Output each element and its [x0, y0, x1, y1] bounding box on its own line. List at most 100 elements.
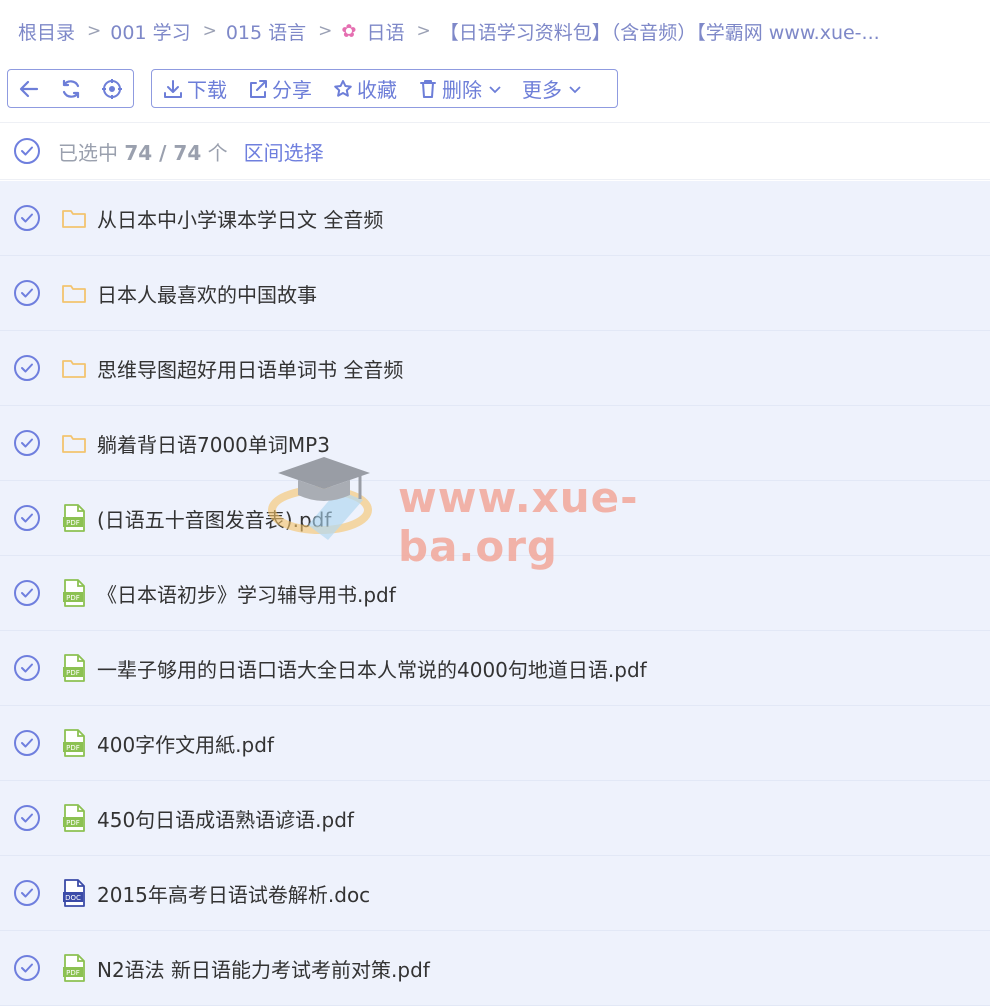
row-checkbox[interactable]	[14, 280, 40, 306]
file-row[interactable]: DOC 2015年高考日语试卷解析.doc	[0, 856, 990, 931]
svg-text:PDF: PDF	[66, 594, 80, 602]
selection-prefix: 已选中	[58, 140, 118, 165]
file-row[interactable]: 躺着背日语7000单词MP3	[0, 406, 990, 481]
file-name[interactable]: 450句日语成语熟语谚语.pdf	[97, 804, 354, 833]
check-icon	[21, 738, 33, 748]
file-row[interactable]: PDF (日语五十音图发音表).pdf	[0, 481, 990, 556]
svg-text:PDF: PDF	[66, 669, 80, 677]
row-checkbox[interactable]	[14, 880, 40, 906]
check-icon	[21, 813, 33, 823]
check-icon	[21, 663, 33, 673]
more-button[interactable]: 更多	[522, 70, 582, 107]
range-select-link[interactable]: 区间选择	[244, 137, 324, 166]
breadcrumb-language[interactable]: 015 语言	[226, 18, 306, 45]
file-row[interactable]: PDF 一辈子够用的日语口语大全日本人常说的4000句地道日语.pdf	[0, 631, 990, 706]
breadcrumb-study[interactable]: 001 学习	[110, 18, 190, 45]
svg-text:PDF: PDF	[66, 819, 80, 827]
file-name[interactable]: 日本人最喜欢的中国故事	[97, 279, 317, 308]
pdf-file-icon: PDF	[60, 579, 88, 607]
trash-icon	[417, 78, 439, 100]
svg-text:PDF: PDF	[66, 969, 80, 977]
more-label: 更多	[522, 78, 562, 102]
row-checkbox[interactable]	[14, 805, 40, 831]
download-icon	[162, 78, 184, 100]
file-row[interactable]: 日本人最喜欢的中国故事	[0, 256, 990, 331]
file-row[interactable]: PDF 450句日语成语熟语谚语.pdf	[0, 781, 990, 856]
row-checkbox[interactable]	[14, 505, 40, 531]
file-name[interactable]: N2语法 新日语能力考试考前对策.pdf	[97, 954, 430, 983]
row-checkbox[interactable]	[14, 205, 40, 231]
file-row[interactable]: PDF 《日本语初步》学习辅导用书.pdf	[0, 556, 990, 631]
file-name[interactable]: 躺着背日语7000单词MP3	[97, 429, 330, 458]
check-icon	[21, 438, 33, 448]
delete-button[interactable]: 删除	[417, 70, 502, 107]
file-row[interactable]: PDF N2语法 新日语能力考试考前对策.pdf	[0, 931, 990, 1006]
svg-text:PDF: PDF	[66, 519, 80, 527]
arrow-left-icon	[19, 80, 38, 97]
file-row[interactable]: 思维导图超好用日语单词书 全音频	[0, 331, 990, 406]
flower-icon: ✿	[341, 20, 357, 42]
check-icon	[21, 888, 33, 898]
file-name[interactable]: 400字作文用紙.pdf	[97, 729, 274, 758]
folder-icon	[60, 279, 88, 307]
check-icon	[21, 588, 33, 598]
file-name[interactable]: 一辈子够用的日语口语大全日本人常说的4000句地道日语.pdf	[97, 654, 647, 683]
selection-bar: 已选中 74 / 74 个 区间选择	[0, 122, 990, 180]
breadcrumb-japanese[interactable]: 日语	[366, 18, 404, 45]
row-checkbox[interactable]	[14, 580, 40, 606]
selection-count: 74 / 74	[124, 140, 202, 165]
breadcrumb: 根目录 > 001 学习 > 015 语言 > ✿ 日语 > 【日语学习资料包】…	[0, 0, 990, 62]
file-name[interactable]: 《日本语初步》学习辅导用书.pdf	[97, 579, 396, 608]
selection-status: 已选中 74 / 74 个	[58, 137, 228, 166]
check-icon	[21, 288, 33, 298]
svg-text:PDF: PDF	[66, 744, 80, 752]
breadcrumb-separator: >	[318, 21, 333, 41]
share-button[interactable]: 分享	[247, 70, 312, 107]
breadcrumb-current: 【日语学习资料包】（含音频）【学霸网 www.xue-...	[439, 21, 880, 44]
row-checkbox[interactable]	[14, 955, 40, 981]
download-label: 下载	[187, 78, 227, 102]
favorite-label: 收藏	[357, 78, 397, 102]
toolbar: 下载 分享 收藏 删除 更多	[7, 69, 618, 108]
pdf-file-icon: PDF	[60, 729, 88, 757]
download-button[interactable]: 下载	[162, 70, 227, 107]
back-button[interactable]	[8, 70, 50, 107]
locate-button[interactable]	[91, 70, 133, 107]
pdf-file-icon: PDF	[60, 954, 88, 982]
refresh-button[interactable]	[50, 70, 92, 107]
file-name[interactable]: (日语五十音图发音表).pdf	[97, 504, 331, 533]
row-checkbox[interactable]	[14, 730, 40, 756]
delete-label: 删除	[442, 78, 482, 102]
check-icon	[21, 963, 33, 973]
select-all-checkbox[interactable]	[14, 138, 40, 164]
selection-suffix: 个	[207, 140, 228, 165]
check-icon	[21, 513, 33, 523]
chevron-down-icon	[568, 82, 582, 96]
share-icon	[247, 78, 269, 100]
pdf-file-icon: PDF	[60, 804, 88, 832]
folder-icon	[60, 354, 88, 382]
file-name[interactable]: 思维导图超好用日语单词书 全音频	[97, 354, 403, 383]
star-icon	[332, 78, 354, 100]
doc-file-icon: DOC	[60, 879, 88, 907]
check-icon	[21, 146, 33, 156]
file-list: 从日本中小学课本学日文 全音频 日本人最喜欢的中国故事思维导图超好用日语单词书 全…	[0, 181, 990, 1006]
nav-button-group	[7, 69, 134, 108]
chevron-down-icon	[488, 82, 502, 96]
breadcrumb-separator: >	[202, 21, 217, 41]
file-row[interactable]: 从日本中小学课本学日文 全音频	[0, 181, 990, 256]
file-name[interactable]: 2015年高考日语试卷解析.doc	[97, 879, 370, 908]
action-button-group: 下载 分享 收藏 删除 更多	[151, 69, 618, 108]
favorite-button[interactable]: 收藏	[332, 70, 397, 107]
pdf-file-icon: PDF	[60, 504, 88, 532]
row-checkbox[interactable]	[14, 655, 40, 681]
breadcrumb-root[interactable]: 根目录	[18, 18, 75, 45]
file-row[interactable]: PDF 400字作文用紙.pdf	[0, 706, 990, 781]
row-checkbox[interactable]	[14, 355, 40, 381]
file-name[interactable]: 从日本中小学课本学日文 全音频	[97, 204, 383, 233]
check-icon	[21, 363, 33, 373]
share-label: 分享	[272, 78, 312, 102]
svg-text:DOC: DOC	[65, 894, 81, 902]
row-checkbox[interactable]	[14, 430, 40, 456]
refresh-icon	[62, 79, 79, 98]
